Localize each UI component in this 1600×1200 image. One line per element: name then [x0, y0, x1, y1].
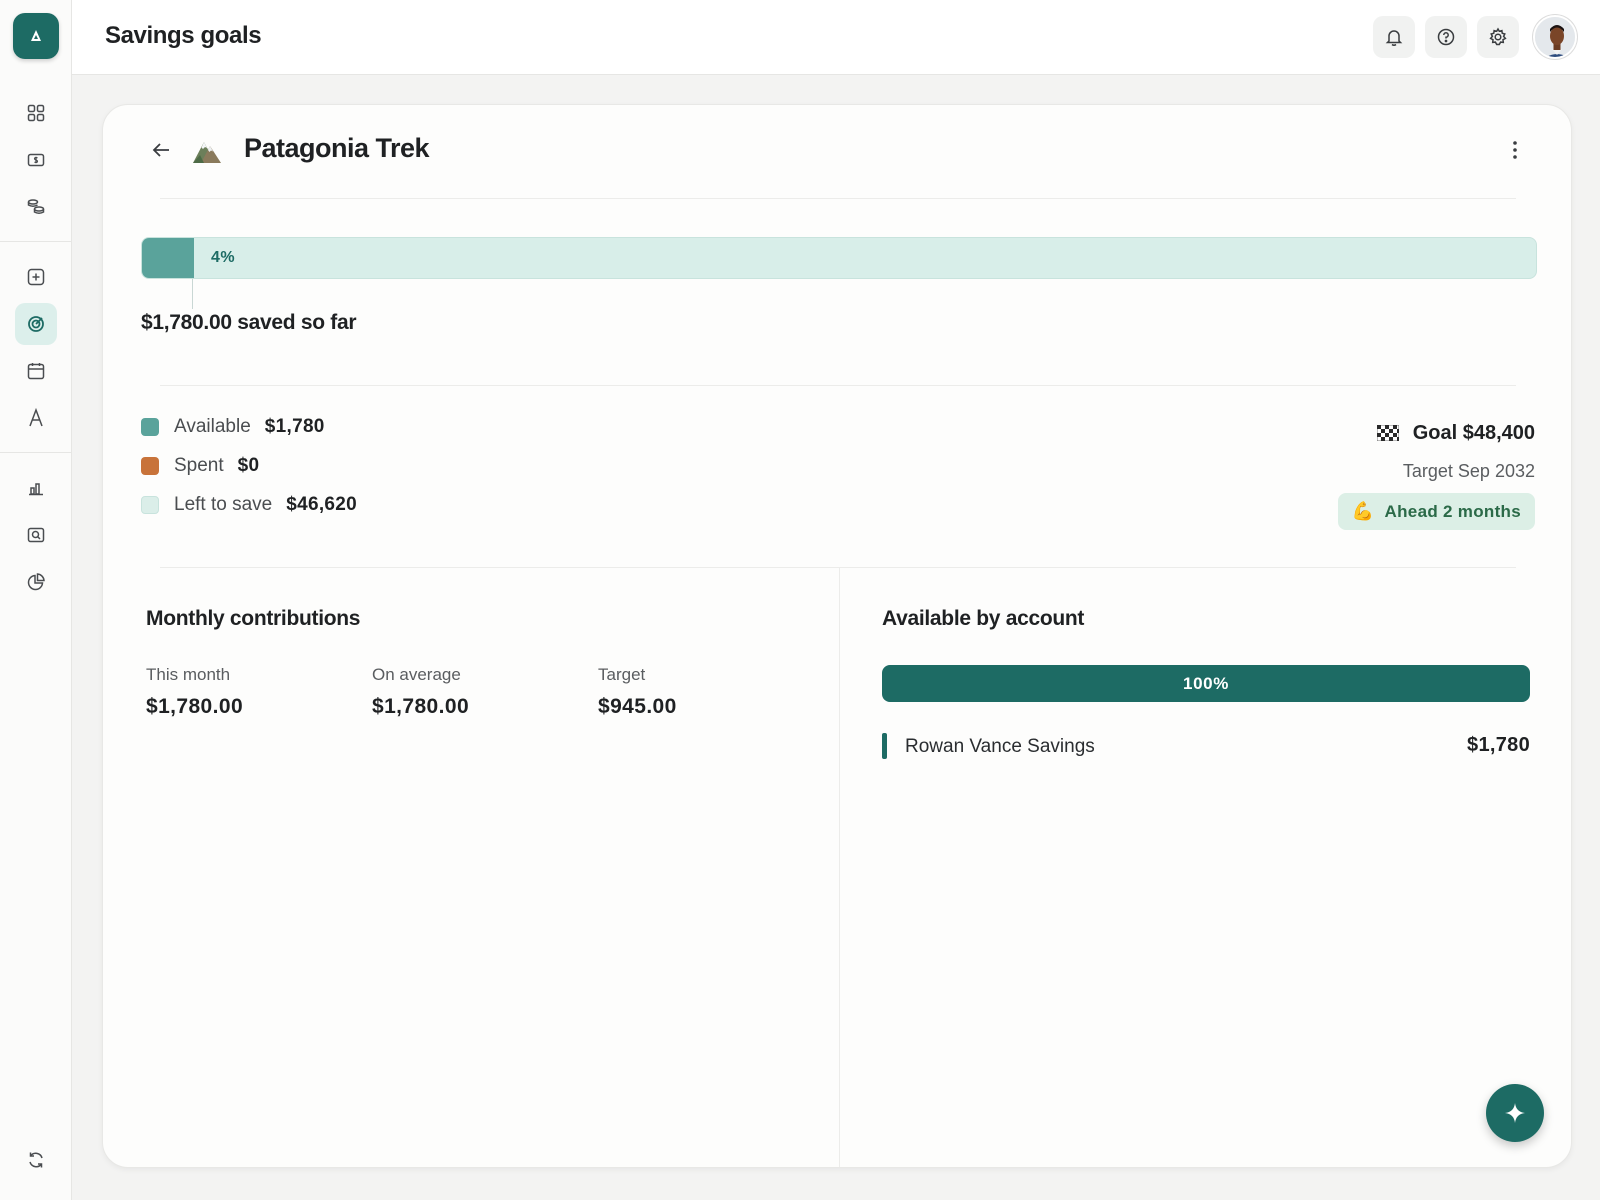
- progress-marker: [192, 279, 193, 309]
- sidebar-item-budget[interactable]: [15, 561, 57, 603]
- bar-chart-icon: [29, 483, 43, 496]
- account-color-marker: [882, 733, 887, 759]
- sidebar-item-accounts[interactable]: [15, 139, 57, 181]
- sparkle-icon: [1505, 1103, 1525, 1123]
- help-icon: [1437, 28, 1455, 46]
- legend-label: Available: [174, 416, 251, 437]
- legend-swatch: [141, 418, 159, 436]
- page-title: Savings goals: [105, 22, 262, 49]
- mountain-icon: [191, 136, 223, 166]
- grid-icon: [27, 104, 45, 122]
- legend-label: Spent: [174, 455, 224, 476]
- letter-a-icon: [29, 408, 43, 427]
- calendar-icon: [27, 363, 45, 380]
- saved-amount: $1,780.00 saved so far: [141, 311, 357, 334]
- legend-swatch: [141, 496, 159, 514]
- sync-button[interactable]: [15, 1139, 57, 1181]
- divider: [160, 385, 1516, 386]
- stat-label: On average: [372, 665, 461, 684]
- pie-chart-icon: [27, 573, 45, 591]
- refresh-icon: [29, 1152, 43, 1168]
- coins-icon: [27, 199, 45, 214]
- progress-fill: [142, 238, 194, 278]
- legend-value: $1,780: [264, 416, 325, 437]
- sidebar: [0, 0, 72, 1200]
- stat-label: Target: [598, 665, 646, 684]
- section-title: Available by account: [882, 607, 1085, 630]
- legend-swatch: [141, 457, 159, 475]
- sidebar-item-dashboard[interactable]: [15, 92, 57, 134]
- stat-value: $1,780.00: [146, 695, 244, 718]
- top-bar: Savings goals: [72, 0, 1600, 75]
- target-date: Target Sep 2032: [1402, 461, 1535, 481]
- status-badge: 💪 Ahead 2 months: [1337, 493, 1535, 530]
- stat-label: This month: [146, 665, 231, 684]
- settings-button[interactable]: [1477, 16, 1519, 58]
- goal-name: Patagonia Trek: [244, 133, 430, 163]
- stat-on-average: On average $1,780.00: [372, 665, 469, 719]
- account-row[interactable]: Rowan Vance Savings $1,780: [882, 733, 1530, 759]
- stat-value: $1,780.00: [372, 695, 470, 718]
- plus-square-icon: [27, 268, 45, 286]
- arrow-left-icon: [152, 143, 169, 157]
- column-divider: [839, 567, 840, 1167]
- legend-item-left-to-save: Left to save $46,620: [141, 493, 357, 517]
- sidebar-item-reports[interactable]: [15, 467, 57, 509]
- stat-target: Target $945.00: [598, 665, 677, 719]
- assistant-button[interactable]: [1486, 1084, 1544, 1142]
- notifications-button[interactable]: [1373, 16, 1415, 58]
- goal-progress-bar: 4%: [141, 237, 1537, 279]
- help-button[interactable]: [1425, 16, 1467, 58]
- sidebar-item-advisor[interactable]: [15, 397, 57, 439]
- goal-amount: Goal $48,400: [1376, 421, 1535, 445]
- divider: [160, 198, 1516, 199]
- sidebar-item-calendar[interactable]: [15, 350, 57, 392]
- dollar-icon: [27, 153, 45, 167]
- sidebar-item-search[interactable]: [15, 514, 57, 556]
- stat-this-month: This month $1,780.00: [146, 665, 243, 719]
- target-icon: [28, 316, 44, 332]
- sidebar-item-transactions[interactable]: [15, 186, 57, 228]
- goal-amount-text: Goal $48,400: [1412, 421, 1535, 444]
- search-icon: [27, 527, 45, 543]
- back-button[interactable]: [147, 135, 177, 165]
- stat-value: $945.00: [598, 695, 677, 718]
- legend-item-spent: Spent $0: [141, 454, 259, 478]
- bell-icon: [1385, 30, 1403, 46]
- goal-detail-card: Patagonia Trek 4% $1,780.00 saved so far…: [102, 104, 1572, 1168]
- flexed-biceps-icon: 💪: [1351, 501, 1375, 521]
- more-options-button[interactable]: [1503, 137, 1527, 163]
- sidebar-item-goals[interactable]: [15, 303, 57, 345]
- checkered-flag-icon: [1376, 425, 1399, 441]
- legend-value: $46,620: [286, 494, 358, 515]
- sidebar-item-add[interactable]: [15, 256, 57, 298]
- gear-icon: [1489, 27, 1507, 46]
- avatar[interactable]: [1533, 15, 1577, 59]
- divider: [160, 567, 1516, 568]
- legend-item-available: Available $1,780: [141, 415, 325, 439]
- account-name: Rowan Vance Savings: [905, 736, 1095, 757]
- account-share-bar: 100%: [882, 665, 1530, 702]
- progress-percent: 4%: [211, 249, 236, 266]
- legend-label: Left to save: [174, 494, 273, 515]
- status-text: Ahead 2 months: [1384, 501, 1521, 521]
- logo-icon[interactable]: [13, 13, 59, 59]
- more-vertical-icon: [1513, 141, 1517, 159]
- account-amount: $1,780: [1467, 734, 1530, 756]
- section-title: Monthly contributions: [146, 607, 361, 630]
- legend-value: $0: [237, 455, 260, 476]
